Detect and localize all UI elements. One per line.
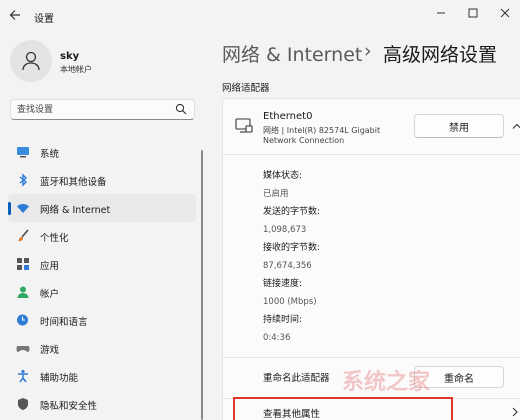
accessibility-icon [18,369,28,383]
adapter-card: Ethernet0 网络 | Intel(R) 82574L Gigabit N… [222,98,520,420]
detail-value: 已启用 [263,189,289,199]
sidebar-item-privacy[interactable]: 隐私和安全性 [8,390,196,418]
title-bar: 设置 [0,0,520,32]
detail-label: 接收的字节数: [263,243,321,253]
search-input[interactable] [17,103,167,117]
sidebar-item-bluetooth[interactable]: 蓝牙和其他设备 [8,166,196,194]
sidebar-item-label: 应用 [40,261,60,272]
search-box[interactable] [10,99,195,120]
sidebar-item-network[interactable]: 网络 & Internet [8,194,196,222]
rename-button[interactable]: 重命名 [414,366,504,388]
sidebar-item-label: 蓝牙和其他设备 [40,177,107,188]
sidebar-item-gaming[interactable]: 游戏 [8,334,196,362]
sidebar-item-label: 游戏 [40,345,60,356]
account-type: 本地帐户 [60,65,92,74]
maximize-icon[interactable] [462,4,484,26]
user-name: sky [60,51,80,62]
detail-value: 0:4:36 [263,333,291,343]
sidebar-item-time-language[interactable]: 时间和语言 [8,306,196,334]
detail-label: 持续时间: [263,315,303,325]
adapter-description: 网络 | Intel(R) 82574L Gigabit [263,126,381,135]
globe-clock-icon [17,314,28,326]
more-properties-link[interactable]: 查看其他属性 [263,406,320,420]
disable-button[interactable]: 禁用 [414,114,504,138]
adapter-details: 媒体状态: 已启用 发送的字节数: 1,098,673 接收的字节数: 87,6… [263,167,320,347]
adapter-description-cont: Network Connection [263,136,345,145]
sidebar-item-label: 辅助功能 [40,373,79,384]
rename-label: 重命名此适配器 [263,373,330,384]
detail-label: 发送的字节数: [263,207,321,217]
ethernet-icon [235,118,253,133]
sidebar-item-apps[interactable]: 应用 [8,250,196,278]
adapter-header[interactable]: Ethernet0 网络 | Intel(R) 82574L Gigabit N… [223,99,520,155]
sidebar-item-label: 时间和语言 [40,317,88,328]
detail-label: 媒体状态: [263,171,303,181]
minimize-icon[interactable] [430,4,452,26]
detail-value: 1000 (Mbps) [263,297,317,307]
avatar[interactable] [10,40,52,82]
chevron-right-icon [512,407,518,417]
brush-icon [18,229,29,242]
person-icon [17,286,29,298]
wifi-icon [17,204,29,213]
sidebar-item-label: 帐户 [40,289,60,300]
sidebar-item-label: 系统 [40,149,60,160]
sidebar-item-label: 网络 & Internet [40,205,111,216]
sidebar-nav: 系统 蓝牙和其他设备 网络 & Internet 个性化 应用 帐户 时间和语言… [8,138,196,418]
rename-row: 重命名此适配器 重命名 [223,357,520,397]
search-icon[interactable] [175,103,187,115]
sidebar-item-system[interactable]: 系统 [8,138,196,166]
detail-value: 87,674,356 [263,261,312,271]
gamepad-icon [16,346,30,352]
page-title: 高级网络设置 [383,44,498,66]
chevron-up-icon[interactable] [512,122,520,130]
sidebar-scrollbar[interactable] [201,150,203,420]
detail-value: 1,098,673 [263,225,307,235]
sidebar-item-label: 个性化 [40,233,69,244]
breadcrumb-separator: › [364,40,372,62]
section-label: 网络适配器 [222,83,270,94]
person-icon [22,51,40,71]
back-arrow-icon[interactable] [8,8,24,24]
apps-icon [17,258,29,270]
active-indicator [8,202,11,215]
detail-label: 链接速度: [263,279,303,289]
bluetooth-icon [19,173,28,187]
sidebar-item-accessibility[interactable]: 辅助功能 [8,362,196,390]
app-title: 设置 [34,14,54,25]
adapter-name: Ethernet0 [263,111,313,122]
sidebar-item-accounts[interactable]: 帐户 [8,278,196,306]
close-icon[interactable] [494,4,516,26]
more-properties-row[interactable]: 查看其他属性 [223,397,520,420]
shield-icon [18,398,28,410]
sidebar-item-label: 隐私和安全性 [40,401,98,412]
monitor-icon [17,147,29,158]
sidebar-item-personalization[interactable]: 个性化 [8,222,196,250]
breadcrumb-parent[interactable]: 网络 & Internet [222,40,362,67]
